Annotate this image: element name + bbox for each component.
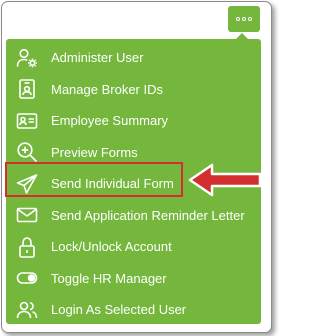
menu-item-label: Login As Selected User bbox=[51, 302, 187, 318]
menu-item-label: Administer User bbox=[51, 50, 144, 66]
menu-item-label: Employee Summary bbox=[51, 113, 169, 129]
toggle-icon bbox=[16, 267, 38, 289]
zoom-in-icon bbox=[16, 141, 38, 163]
menu-item-toggle-hr-manager[interactable]: Toggle HR Manager bbox=[6, 263, 261, 295]
menu-item-send-application-reminder-letter[interactable]: Send Application Reminder Letter bbox=[6, 200, 261, 232]
lock-icon bbox=[16, 236, 38, 258]
callout-arrow-icon bbox=[188, 163, 262, 197]
menu-item-label: Toggle HR Manager bbox=[51, 270, 167, 286]
menu-item-label: Send Application Reminder Letter bbox=[51, 207, 245, 223]
ellipsis-icon bbox=[236, 17, 240, 21]
menu-item-login-as-selected-user[interactable]: Login As Selected User bbox=[6, 294, 261, 326]
more-options-button[interactable] bbox=[228, 6, 260, 32]
envelope-icon bbox=[16, 204, 38, 226]
id-card-icon bbox=[16, 110, 38, 132]
menu-item-label: Manage Broker IDs bbox=[51, 81, 163, 97]
users-icon bbox=[16, 299, 38, 321]
menu-item-label: Preview Forms bbox=[51, 144, 138, 160]
ellipsis-dot bbox=[242, 17, 246, 21]
user-gear-icon bbox=[16, 47, 38, 69]
paper-plane-icon bbox=[16, 173, 38, 195]
screenshot-frame: Administer User Manage Broker IDs Employ… bbox=[1, 1, 272, 333]
menu-item-lock-unlock-account[interactable]: Lock/Unlock Account bbox=[6, 231, 261, 263]
menu-item-label: Send Individual Form bbox=[51, 176, 174, 192]
menu-item-label: Lock/Unlock Account bbox=[51, 239, 172, 255]
menu-item-employee-summary[interactable]: Employee Summary bbox=[6, 105, 261, 137]
ellipsis-dot bbox=[248, 17, 252, 21]
menu-item-manage-broker-ids[interactable]: Manage Broker IDs bbox=[6, 74, 261, 106]
menu-item-administer-user[interactable]: Administer User bbox=[6, 42, 261, 74]
id-badge-icon bbox=[16, 78, 38, 100]
